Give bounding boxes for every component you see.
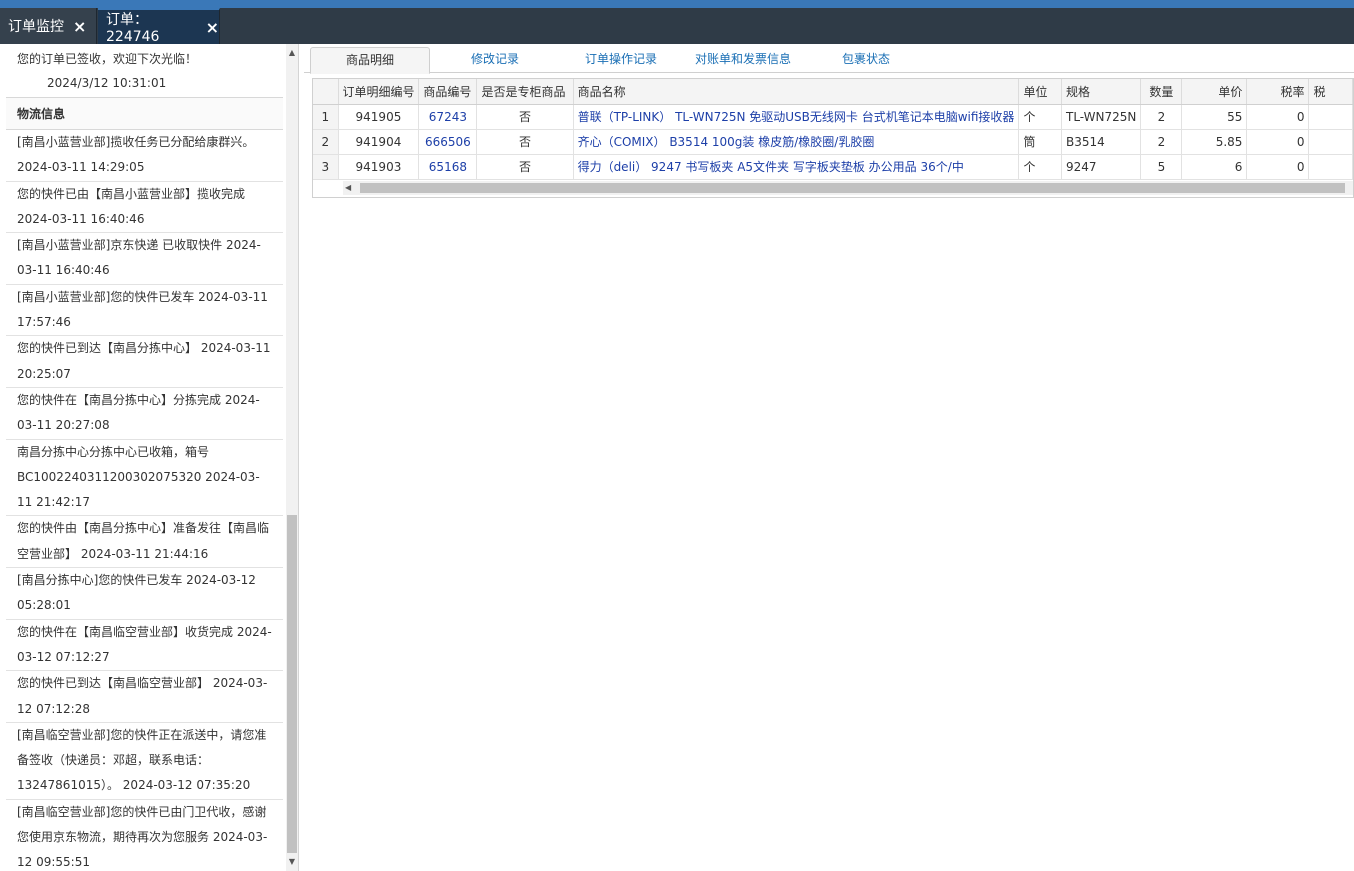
close-icon[interactable]: ×	[206, 18, 219, 37]
detail-tabs: 商品明细 修改记录 订单操作记录 对账单和发票信息 包裹状态	[304, 44, 1354, 74]
list-item: [南昌临空营业部]您的快件正在派送中，请您准备签收（快递员：邓超，联系电话：13…	[6, 723, 283, 800]
unit-cell: 筒	[1018, 129, 1062, 155]
list-item: 您的快件在【南昌分拣中心】分拣完成 2024-03-11 20:27:08	[6, 388, 283, 440]
header-tax-rate[interactable]: 税率	[1246, 79, 1310, 105]
tab-product-detail[interactable]: 商品明细	[310, 47, 430, 74]
row-number: 2	[313, 129, 339, 155]
tab-label: 订单：224746	[106, 12, 160, 45]
table-row[interactable]: 1 941905 67243 否普联（TP-LINK） TL-WN725N 免驱动US…	[313, 104, 1353, 130]
list-item: 您的快件已由【南昌小蓝营业部】揽收完成 2024-03-11 16:40:46	[6, 182, 283, 234]
tax-rate-cell: 0	[1246, 129, 1310, 155]
product-id-link[interactable]: 67243	[418, 104, 478, 130]
product-name-link[interactable]: 齐心（COMIX） B3514 100g装 橡皮筋/橡胶圈/乳胶圈	[573, 129, 1020, 155]
logistics-panel: 您的订单已签收，欢迎下次光临！ 2024/3/12 10:31:01 物流信息 …	[6, 44, 299, 871]
vertical-scrollbar[interactable]: ▲ ▼	[286, 44, 298, 871]
list-item: [南昌分拣中心]您的快件已发车 2024-03-12 05:28:01	[6, 568, 283, 620]
detail-id-cell: 941905	[338, 104, 420, 130]
list-item: [南昌临空营业部]您的快件已由门卫代收，感谢您使用京东物流，期待再次为您服务 2…	[6, 800, 283, 871]
main-tab-bar: 订单监控 × 订单：224746 ×	[0, 8, 1354, 45]
unit-cell: 个	[1018, 154, 1062, 180]
list-item: 您的快件已到达【南昌分拣中心】 2024-03-11 20:25:07	[6, 336, 283, 388]
header-unit[interactable]: 单位	[1018, 79, 1062, 105]
scroll-thumb[interactable]	[360, 183, 1345, 193]
tax-cell	[1308, 104, 1353, 130]
header-counter-product[interactable]: 是否是专柜商品	[476, 79, 574, 105]
spec-cell: TL-WN725N	[1061, 104, 1142, 130]
logistics-title: 物流信息	[6, 98, 283, 130]
scroll-up-icon[interactable]: ▲	[286, 46, 298, 60]
row-number: 1	[313, 104, 339, 130]
tax-cell	[1308, 129, 1353, 155]
tab-order-monitor[interactable]: 订单监控 ×	[0, 8, 97, 44]
table-header-row: 订单明细编号 商品编号 是否是专柜商品 商品名称 单位 规格 数量 单价 税率 …	[313, 79, 1353, 105]
product-name-link[interactable]: 得力（deli） 9247 书写板夹 A5文件夹 写字板夹垫板 办公用品 36个…	[573, 154, 1020, 180]
quantity-cell: 2	[1140, 104, 1183, 130]
close-icon[interactable]: ×	[73, 17, 86, 36]
tax-rate-cell: 0	[1246, 154, 1310, 180]
scroll-down-icon[interactable]: ▼	[286, 855, 298, 869]
product-id-link[interactable]: 666506	[418, 129, 478, 155]
header-tax[interactable]: 税	[1308, 79, 1353, 105]
signed-time: 2024/3/12 10:31:01	[47, 76, 167, 90]
unit-cell: 个	[1018, 104, 1062, 130]
price-cell: 55	[1181, 104, 1248, 130]
price-cell: 5.85	[1181, 129, 1248, 155]
tax-cell	[1308, 154, 1353, 180]
header-product-id[interactable]: 商品编号	[418, 79, 478, 105]
list-item: 您的快件已到达【南昌临空营业部】 2024-03-12 07:12:28	[6, 671, 283, 723]
header-spec[interactable]: 规格	[1061, 79, 1142, 105]
list-item: 您的快件在【南昌临空营业部】收货完成 2024-03-12 07:12:27	[6, 620, 283, 672]
header-quantity[interactable]: 数量	[1140, 79, 1183, 105]
product-name-link[interactable]: 普联（TP-LINK） TL-WN725N 免驱动USB无线网卡 台式机笔记本电…	[573, 104, 1020, 130]
product-table: 订单明细编号 商品编号 是否是专柜商品 商品名称 单位 规格 数量 单价 税率 …	[313, 79, 1353, 180]
counter-product-cell: 否	[476, 104, 574, 130]
scroll-left-icon[interactable]: ◀	[345, 181, 351, 195]
row-number: 3	[313, 154, 339, 180]
counter-product-cell: 否	[476, 129, 574, 155]
tab-modify-log[interactable]: 修改记录	[444, 47, 546, 73]
quantity-cell: 5	[1140, 154, 1183, 180]
tax-rate-cell: 0	[1246, 104, 1310, 130]
detail-id-cell: 941904	[338, 129, 420, 155]
logistics-log-list: [南昌小蓝营业部]揽收任务已分配给康群兴。 2024-03-11 14:29:0…	[6, 130, 283, 871]
tab-order-operation-log[interactable]: 订单操作记录	[566, 47, 676, 73]
signed-notice: 您的订单已签收，欢迎下次光临！ 2024/3/12 10:31:01	[6, 44, 283, 98]
table-row[interactable]: 3 941903 65168 否得力（deli） 9247 书写板夹 A5文件夹 写字…	[313, 154, 1353, 180]
product-id-link[interactable]: 65168	[418, 154, 478, 180]
tab-package-status[interactable]: 包裹状态	[824, 47, 908, 73]
table-row[interactable]: 2 941904 666506 否齐心（COMIX） B3514 100g装 橡皮筋/…	[313, 129, 1353, 155]
list-item: 南昌分拣中心分拣中心已收箱，箱号BC1002240311200302075320…	[6, 440, 283, 517]
list-item: [南昌小蓝营业部]揽收任务已分配给康群兴。 2024-03-11 14:29:0…	[6, 130, 283, 182]
tab-statement-invoice[interactable]: 对账单和发票信息	[684, 47, 802, 73]
product-grid: 订单明细编号 商品编号 是否是专柜商品 商品名称 单位 规格 数量 单价 税率 …	[312, 78, 1354, 198]
header-rownum	[313, 79, 339, 105]
detail-panel: 商品明细 修改记录 订单操作记录 对账单和发票信息 包裹状态 订单明细编号 商品…	[304, 44, 1354, 871]
quantity-cell: 2	[1140, 129, 1183, 155]
list-item: [南昌小蓝营业部]您的快件已发车 2024-03-11 17:57:46	[6, 285, 283, 337]
header-price[interactable]: 单价	[1181, 79, 1248, 105]
list-item: [南昌小蓝营业部]京东快递 已收取快件 2024-03-11 16:40:46	[6, 233, 283, 285]
logistics-content: 您的订单已签收，欢迎下次光临！ 2024/3/12 10:31:01 物流信息 …	[6, 44, 283, 871]
price-cell: 6	[1181, 154, 1248, 180]
signed-text: 您的订单已签收，欢迎下次光临！	[17, 52, 198, 66]
header-product-name[interactable]: 商品名称	[573, 79, 1020, 105]
header-detail-id[interactable]: 订单明细编号	[338, 79, 420, 105]
horizontal-scrollbar[interactable]: ◀	[343, 181, 1353, 195]
scroll-thumb[interactable]	[287, 515, 297, 853]
spec-cell: 9247	[1061, 154, 1142, 180]
counter-product-cell: 否	[476, 154, 574, 180]
spec-cell: B3514	[1061, 129, 1142, 155]
tab-label: 订单监控	[8, 19, 64, 35]
list-item: 您的快件由【南昌分拣中心】准备发往【南昌临空营业部】 2024-03-11 21…	[6, 516, 283, 569]
top-accent-bar	[0, 0, 1354, 8]
detail-id-cell: 941903	[338, 154, 420, 180]
tab-order-detail[interactable]: 订单：224746 ×	[98, 8, 220, 45]
